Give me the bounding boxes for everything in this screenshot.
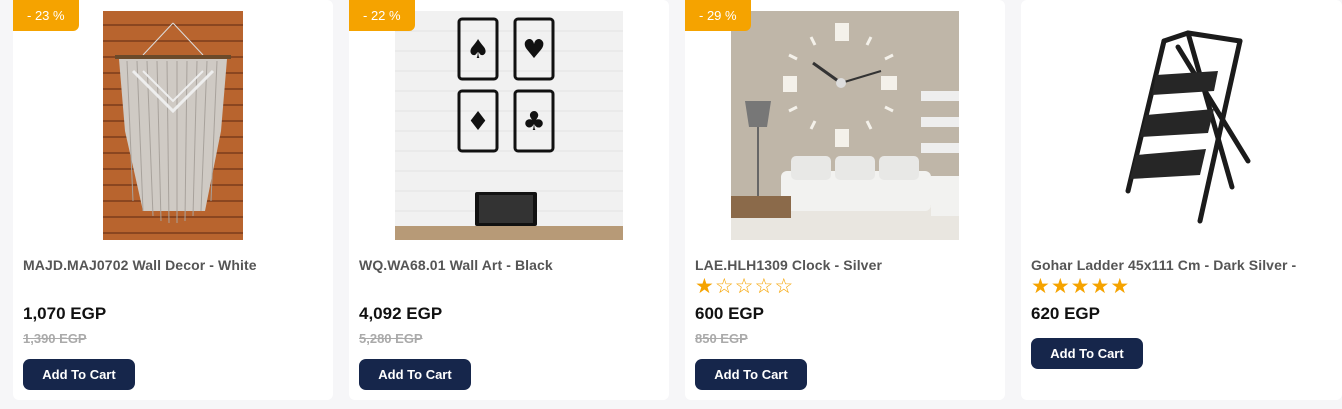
- add-to-cart-button[interactable]: Add To Cart: [23, 359, 135, 390]
- discount-badge: - 29 %: [685, 0, 751, 31]
- svg-text:♣: ♣: [522, 107, 545, 137]
- product-title[interactable]: WQ.WA68.01 Wall Art - Black: [359, 257, 659, 273]
- product-card[interactable]: - 29 % LAE.HLH1309 Clock - Silver ★ ☆ ☆ …: [685, 0, 1005, 400]
- star-empty-icon: ☆: [714, 275, 734, 298]
- discount-badge: - 22 %: [349, 0, 415, 31]
- svg-text:♠: ♠: [466, 35, 489, 65]
- product-image-playing-cards[interactable]: ♠ ♥ ♦ ♣: [349, 11, 669, 240]
- product-price: 620 EGP: [1031, 304, 1100, 323]
- add-to-cart-button[interactable]: Add To Cart: [359, 359, 471, 390]
- product-title[interactable]: LAE.HLH1309 Clock - Silver: [695, 257, 995, 273]
- product-card[interactable]: - 22 % ♠ ♥ ♦ ♣ WQ.WA68.01 Wall Art - Bla…: [349, 0, 669, 400]
- product-price: 1,070 EGP: [23, 304, 107, 323]
- star-filled-icon: ★: [695, 275, 714, 298]
- svg-text:♦: ♦: [466, 107, 489, 137]
- product-card[interactable]: - 23 % MAJD.MAJ0702 Wall Decor - White 1…: [13, 0, 333, 400]
- svg-text:♥: ♥: [522, 35, 545, 65]
- rating-stars: ★ ☆ ☆ ☆ ☆: [695, 276, 793, 297]
- star-filled-icon: ★: [1090, 275, 1110, 298]
- star-empty-icon: ☆: [754, 275, 774, 298]
- product-old-price: 850 EGP: [695, 331, 748, 346]
- product-card[interactable]: Gohar Ladder 45x111 Cm - Dark Silver - ★…: [1021, 0, 1342, 400]
- star-filled-icon: ★: [1070, 275, 1090, 298]
- star-filled-icon: ★: [1050, 275, 1070, 298]
- product-old-price: 1,390 EGP: [23, 331, 87, 346]
- product-price: 4,092 EGP: [359, 304, 443, 323]
- product-grid: - 23 % MAJD.MAJ0702 Wall Decor - White 1…: [0, 0, 1342, 409]
- star-empty-icon: ☆: [774, 275, 794, 298]
- product-image-ladder[interactable]: [1021, 11, 1342, 240]
- star-empty-icon: ☆: [734, 275, 754, 298]
- product-title[interactable]: MAJD.MAJ0702 Wall Decor - White: [23, 257, 323, 273]
- star-filled-icon: ★: [1031, 275, 1050, 298]
- product-price: 600 EGP: [695, 304, 764, 323]
- add-to-cart-button[interactable]: Add To Cart: [695, 359, 807, 390]
- add-to-cart-button[interactable]: Add To Cart: [1031, 338, 1143, 369]
- product-image-wall-clock[interactable]: [685, 11, 1005, 240]
- discount-badge: - 23 %: [13, 0, 79, 31]
- rating-stars: ★ ★ ★ ★ ★: [1031, 276, 1129, 297]
- product-image-macrame[interactable]: [13, 11, 333, 240]
- star-filled-icon: ★: [1110, 275, 1130, 298]
- product-title[interactable]: Gohar Ladder 45x111 Cm - Dark Silver -: [1031, 257, 1331, 273]
- product-old-price: 5,280 EGP: [359, 331, 423, 346]
